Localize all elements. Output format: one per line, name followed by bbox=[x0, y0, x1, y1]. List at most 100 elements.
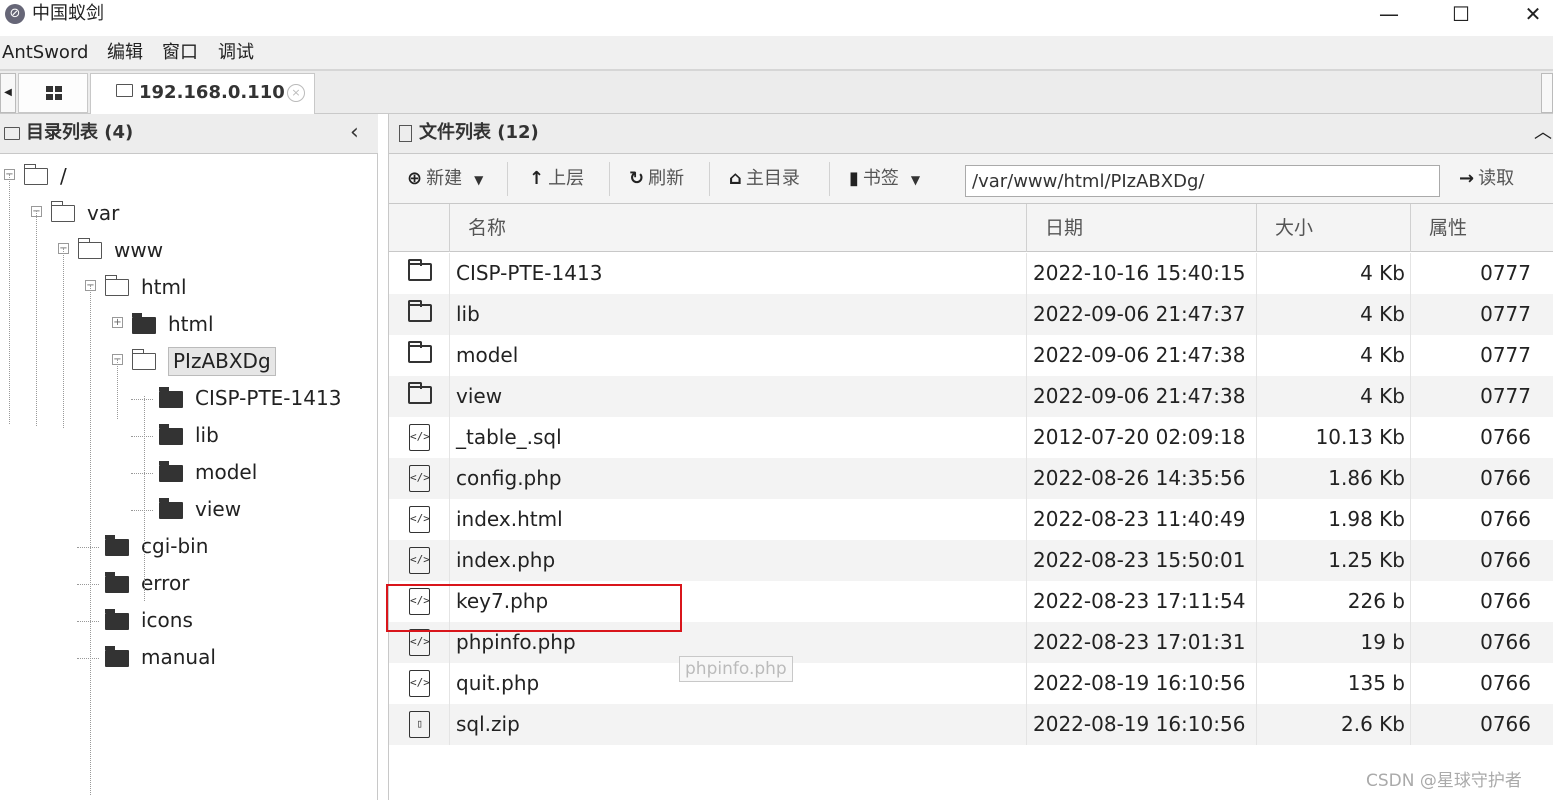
tree-node-label: cgi-bin bbox=[141, 534, 209, 558]
file-name-cell: _table_.sql bbox=[456, 425, 562, 449]
tab-scroll-right-button[interactable] bbox=[1541, 73, 1553, 113]
expand-icon[interactable]: + bbox=[112, 317, 123, 328]
tab-close-icon[interactable]: × bbox=[287, 84, 305, 102]
tree-node[interactable]: − var bbox=[0, 198, 378, 228]
tree-node[interactable]: view bbox=[0, 494, 378, 524]
arrow-right-icon: → bbox=[1459, 168, 1475, 189]
tree-node[interactable]: + html bbox=[0, 309, 378, 339]
code-file-icon: </> bbox=[409, 670, 430, 697]
caret-down-icon: ▼ bbox=[910, 173, 921, 187]
column-header-size[interactable]: 大小 bbox=[1256, 204, 1410, 252]
file-row[interactable]: </> config.php 2022-08-26 14:35:56 1.86 Kb 0… bbox=[389, 458, 1553, 499]
folder-icon bbox=[105, 535, 129, 556]
file-size-cell: 1.86 Kb bbox=[1328, 466, 1405, 490]
file-size-cell: 226 b bbox=[1347, 589, 1405, 613]
tree-node[interactable]: cgi-bin bbox=[0, 531, 378, 561]
file-size-cell: 10.13 Kb bbox=[1315, 425, 1405, 449]
refresh-label: 刷新 bbox=[648, 168, 685, 189]
menu-edit[interactable]: 编辑 bbox=[107, 41, 143, 65]
tree-node-label: html bbox=[168, 312, 214, 336]
column-header-date[interactable]: 日期 bbox=[1026, 204, 1256, 252]
tree-node[interactable]: lib bbox=[0, 420, 378, 450]
file-date-cell: 2022-08-23 17:01:31 bbox=[1033, 630, 1246, 654]
folder-icon bbox=[159, 387, 183, 408]
file-panel-title: 文件列表 (12) bbox=[419, 122, 539, 143]
file-attr-cell: 0777 bbox=[1480, 302, 1531, 326]
file-row[interactable]: </> index.php 2022-08-23 15:50:01 1.25 Kb 07… bbox=[389, 540, 1553, 581]
zip-file-icon: ▯ bbox=[409, 711, 430, 738]
file-size-cell: 1.25 Kb bbox=[1328, 548, 1405, 572]
column-header-attr[interactable]: 属性 bbox=[1410, 204, 1553, 252]
path-input[interactable] bbox=[965, 165, 1440, 197]
file-attr-cell: 0777 bbox=[1480, 384, 1531, 408]
file-toolbar: ⊕新建 ▼ ↑上层 ↻刷新 ⌂主目录 ▮书签 ▼ →读取 bbox=[389, 154, 1553, 204]
file-date-cell: 2022-08-26 14:35:56 bbox=[1033, 466, 1246, 490]
tree-node-label: model bbox=[195, 460, 258, 484]
tab-label: 192.168.0.110 bbox=[139, 82, 285, 103]
title-bar: ⊘ 中国蚁剑 — ☐ ✕ bbox=[0, 0, 1553, 36]
tree-node-label: error bbox=[141, 571, 190, 595]
file-row[interactable]: view 2022-09-06 21:47:38 4 Kb 0777 bbox=[389, 376, 1553, 417]
file-panel: 文件列表 (12) ︿ ⊕新建 ▼ ↑上层 ↻刷新 ⌂主目录 ▮书签 ▼ →读取 名… bbox=[388, 114, 1553, 800]
tab-home[interactable] bbox=[18, 73, 88, 113]
tree-node[interactable]: error bbox=[0, 568, 378, 598]
file-row[interactable]: ▯ sql.zip 2022-08-19 16:10:56 2.6 Kb 0766 bbox=[389, 704, 1553, 745]
folder-icon bbox=[105, 609, 129, 630]
file-name-cell: config.php bbox=[456, 466, 562, 490]
bookmark-button[interactable]: ▮ 书签 ▼ bbox=[849, 164, 920, 194]
up-level-button[interactable]: ↑ 上层 bbox=[529, 164, 584, 194]
close-button[interactable]: ✕ bbox=[1508, 0, 1553, 30]
tree-node[interactable]: − PIzABXDg bbox=[0, 346, 378, 376]
file-row[interactable]: CISP-PTE-1413 2022-10-16 15:40:15 4 Kb 0777 bbox=[389, 253, 1553, 294]
tree-node[interactable]: CISP-PTE-1413 bbox=[0, 383, 378, 413]
file-row[interactable]: model 2022-09-06 21:47:38 4 Kb 0777 bbox=[389, 335, 1553, 376]
tab-shell-session[interactable]: 192.168.0.110 × bbox=[90, 73, 315, 115]
code-file-icon: </> bbox=[409, 629, 430, 656]
folder-icon bbox=[105, 572, 129, 593]
file-row[interactable]: </> quit.php 2022-08-19 16:10:56 135 b 0766 bbox=[389, 663, 1553, 704]
arrow-up-icon: ↑ bbox=[529, 168, 545, 189]
tab-scroll-left-button[interactable]: ◀ bbox=[0, 73, 16, 113]
grid-icon bbox=[46, 86, 62, 100]
tree-node[interactable]: model bbox=[0, 457, 378, 487]
tree-node[interactable]: manual bbox=[0, 642, 378, 672]
file-attr-cell: 0766 bbox=[1480, 712, 1531, 736]
minimize-button[interactable]: — bbox=[1364, 0, 1414, 30]
collapse-panel-button[interactable]: ‹ bbox=[350, 120, 359, 146]
code-file-icon: </> bbox=[409, 465, 430, 492]
folder-icon bbox=[408, 382, 432, 404]
home-dir-label: 主目录 bbox=[745, 168, 800, 189]
tree-node-label: www bbox=[114, 238, 164, 262]
folder-icon bbox=[159, 498, 183, 519]
file-date-cell: 2022-09-06 21:47:37 bbox=[1033, 302, 1246, 326]
menu-window[interactable]: 窗口 bbox=[162, 41, 198, 65]
file-name-cell: sql.zip bbox=[456, 712, 520, 736]
maximize-button[interactable]: ☐ bbox=[1436, 0, 1486, 30]
tree-node[interactable]: icons bbox=[0, 605, 378, 635]
plus-circle-icon: ⊕ bbox=[407, 168, 423, 189]
file-attr-cell: 0777 bbox=[1480, 343, 1531, 367]
file-row[interactable]: lib 2022-09-06 21:47:37 4 Kb 0777 bbox=[389, 294, 1553, 335]
read-button[interactable]: → 读取 bbox=[1459, 164, 1514, 194]
file-size-cell: 2.6 Kb bbox=[1341, 712, 1405, 736]
chevron-up-icon[interactable]: ︿ bbox=[1534, 120, 1552, 146]
new-button[interactable]: ⊕ 新建 ▼ bbox=[407, 164, 483, 194]
tree-node[interactable]: − / bbox=[0, 161, 378, 191]
file-name-cell: quit.php bbox=[456, 671, 540, 695]
file-row[interactable]: </> index.html 2022-08-23 11:40:49 1.98 Kb 0… bbox=[389, 499, 1553, 540]
file-attr-cell: 0766 bbox=[1480, 466, 1531, 490]
menu-debug[interactable]: 调试 bbox=[218, 41, 254, 65]
tree-node[interactable]: − html bbox=[0, 272, 378, 302]
file-row[interactable]: </> _table_.sql 2012-07-20 02:09:18 10.13 K… bbox=[389, 417, 1553, 458]
file-size-cell: 19 b bbox=[1360, 630, 1405, 654]
tree-node-label: view bbox=[195, 497, 242, 521]
refresh-button[interactable]: ↻ 刷新 bbox=[629, 164, 684, 194]
home-dir-button[interactable]: ⌂ 主目录 bbox=[729, 164, 800, 194]
folder-icon bbox=[132, 313, 156, 334]
column-header-name[interactable]: 名称 bbox=[449, 204, 1026, 252]
folder-icon bbox=[105, 646, 129, 667]
file-date-cell: 2022-08-19 16:10:56 bbox=[1033, 712, 1246, 736]
tree-node[interactable]: − www bbox=[0, 235, 378, 265]
tree-connector-line bbox=[90, 285, 91, 795]
menu-antsword[interactable]: AntSword bbox=[2, 41, 88, 65]
